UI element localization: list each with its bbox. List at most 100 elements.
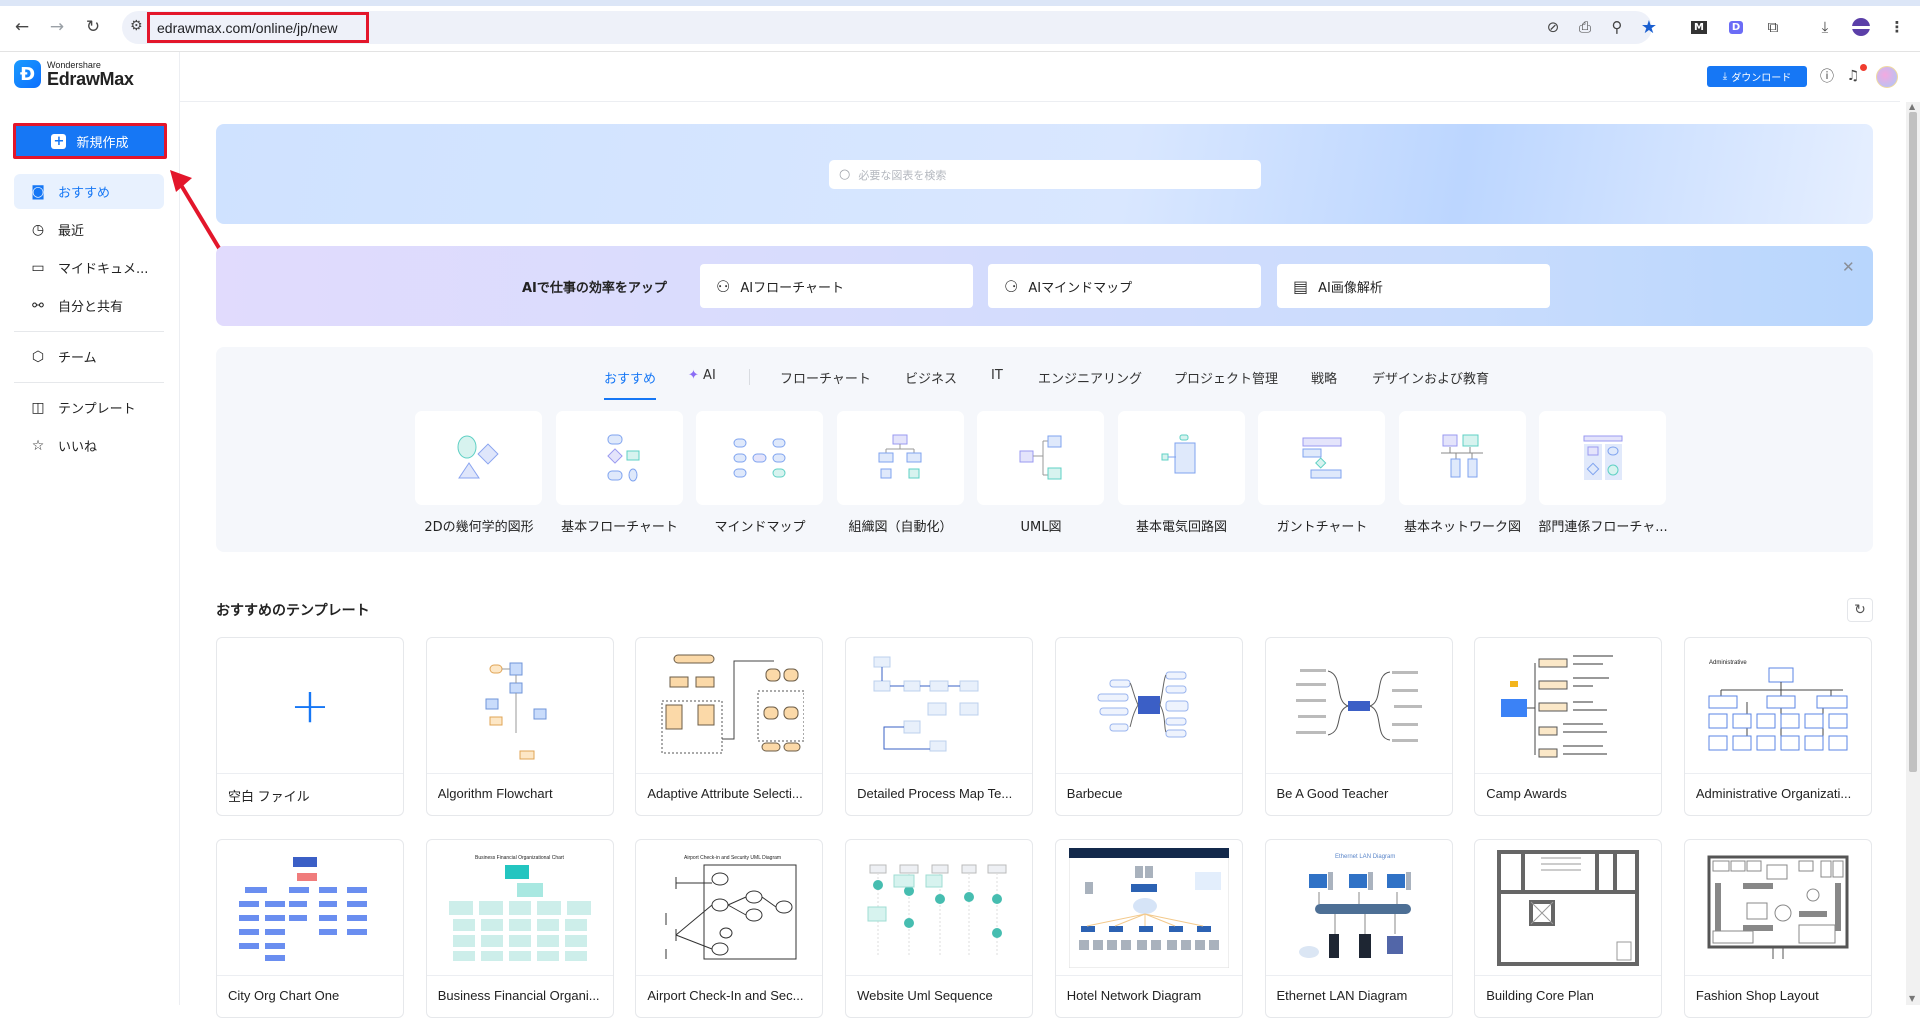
help-icon[interactable]: ⓘ [1817, 66, 1837, 86]
template-thumbnail[interactable] [1055, 638, 1242, 774]
tab-ai[interactable]: ✦ AI [688, 368, 716, 394]
profile-icon[interactable] [1851, 17, 1871, 37]
template-card-algorithm-flowchart[interactable]: Algorithm Flowchart [425, 637, 614, 816]
template-thumbnail[interactable]: Administrative [1684, 638, 1871, 774]
back-icon[interactable]: ← [11, 16, 33, 38]
template-icon: ◫ [31, 399, 45, 416]
cat-2d-geometry-tile[interactable] [415, 411, 542, 505]
cat-uml-tile[interactable] [977, 411, 1104, 505]
template-thumbnail[interactable] [426, 638, 613, 774]
template-card-hotel-network-diagram[interactable]: Hotel Network Diagram [1054, 839, 1243, 1018]
category-label[interactable]: マインドマップ [690, 516, 830, 535]
refresh-icon[interactable]: ↻ [1847, 598, 1873, 622]
cat-mind-map-tile[interactable] [696, 411, 823, 505]
scrollbar-thumb[interactable] [1909, 112, 1917, 772]
cat-basic-network-tile[interactable] [1398, 411, 1526, 505]
category-label[interactable]: 組織図（自動化） [831, 516, 971, 535]
extension-m-icon[interactable]: M [1689, 17, 1709, 37]
template-thumbnail[interactable] [636, 638, 823, 774]
page-scrollbar[interactable]: ▲ ▼ [1906, 102, 1920, 1005]
template-thumbnail[interactable] [1684, 840, 1871, 976]
tab-recommended[interactable]: おすすめ [604, 368, 657, 400]
menu-kebab-icon[interactable]: ⋮ [1887, 17, 1907, 37]
template-card-website-uml-sequence[interactable]: Website Uml Sequence [845, 839, 1034, 1018]
category-label[interactable]: 基本フローチャート [550, 516, 690, 535]
sidebar-item-shared[interactable]: ⚯ 自分と共有 [14, 288, 164, 323]
sidebar-item-recent[interactable]: ◷ 最近 [14, 212, 164, 247]
url-text[interactable]: edrawmax.com/online/jp/new [147, 12, 369, 43]
new-document-button[interactable]: + 新規作成 [13, 123, 167, 159]
cat-gantt-chart-tile[interactable] [1258, 411, 1385, 505]
close-icon[interactable]: ✕ [1842, 258, 1855, 276]
download-icon[interactable]: ⤓ [1815, 17, 1835, 37]
camera-off-icon[interactable]: ⊘ [1543, 17, 1563, 37]
bookmark-star-icon[interactable]: ★ [1639, 17, 1659, 38]
tab-strategy[interactable]: 戦略 [1311, 368, 1337, 394]
template-card-adaptive-attribute-selection[interactable]: Adaptive Attribute Selecti... [635, 637, 824, 816]
cat-electrical-circuit-tile[interactable] [1117, 411, 1245, 505]
cat-basic-flowchart-tile[interactable] [555, 411, 683, 505]
template-card-be-a-good-teacher[interactable]: Be A Good Teacher [1264, 637, 1453, 816]
ai-mindmap-button[interactable]: ⚆ AIマインドマップ [988, 264, 1261, 308]
category-label[interactable]: 基本ネットワーク図 [1393, 516, 1533, 535]
template-thumbnail[interactable] [217, 840, 403, 976]
sidebar-item-recommended[interactable]: ◙ おすすめ [14, 174, 164, 209]
template-card-city-org-chart-one[interactable]: City Org Chart One [216, 839, 404, 1018]
template-thumbnail[interactable] [1265, 638, 1452, 774]
sidebar-item-templates[interactable]: ◫ テンプレート [14, 390, 164, 425]
template-card-detailed-process-map[interactable]: Detailed Process Map Te... [845, 637, 1034, 816]
edrawmax-logo[interactable]: Đ Wondershare EdrawMax [14, 60, 134, 88]
cat-cross-functional-flowchart-tile[interactable] [1539, 411, 1666, 505]
notification-badge [1860, 64, 1867, 71]
template-card-airport-check-in[interactable]: Airport Check-in and Security UML Diagra… [635, 839, 824, 1018]
category-label[interactable]: 2Dの幾何学的図形 [409, 516, 549, 535]
reload-icon[interactable]: ↻ [82, 16, 104, 38]
sidebar-item-my-documents[interactable]: ▭ マイドキュメ... [14, 250, 164, 285]
template-card-blank-file[interactable]: + 空白 ファイル [216, 637, 404, 816]
template-card-fashion-shop-layout[interactable]: Fashion Shop Layout [1683, 839, 1872, 1018]
template-card-barbecue[interactable]: Barbecue [1054, 637, 1243, 816]
user-avatar[interactable] [1876, 66, 1898, 88]
ai-image-analysis-button[interactable]: ▤ AI画像解析 [1277, 264, 1550, 308]
template-card-building-core-plan[interactable]: Building Core Plan [1474, 839, 1663, 1018]
category-label[interactable]: UML図 [971, 516, 1111, 535]
template-card-camp-awards[interactable]: Camp Awards [1474, 637, 1663, 816]
tab-engineering[interactable]: エンジニアリング [1038, 368, 1142, 394]
install-app-icon[interactable]: ⎙ [1575, 17, 1595, 37]
team-icon: ⬡ [31, 348, 45, 365]
tab-business[interactable]: ビジネス [905, 368, 957, 394]
category-label[interactable]: 部門連係フローチャ... [1533, 516, 1673, 535]
category-label[interactable]: 基本電気回路図 [1112, 516, 1252, 535]
category-label[interactable]: ガントチャート [1252, 516, 1392, 535]
forward-icon[interactable]: → [46, 16, 68, 38]
template-thumbnail[interactable] [846, 638, 1033, 774]
template-card-ethernet-lan-diagram[interactable]: Ethernet LAN Diagram Ethernet LAN Diagram [1264, 839, 1453, 1018]
template-thumbnail[interactable]: Ethernet LAN Diagram [1265, 840, 1452, 976]
sidebar-item-favorites[interactable]: ☆ いいね [14, 428, 164, 463]
template-thumbnail[interactable]: Airport Check-in and Security UML Diagra… [636, 840, 823, 976]
extension-d-icon[interactable]: D [1726, 17, 1746, 37]
template-thumbnail[interactable] [1475, 638, 1662, 774]
template-thumbnail[interactable]: + [217, 638, 403, 774]
zoom-out-icon[interactable]: ⚲ [1607, 17, 1627, 37]
template-thumbnail[interactable] [846, 840, 1033, 976]
tab-it[interactable]: IT [991, 368, 1003, 394]
download-app-button[interactable]: ⤓ ダウンロード [1707, 66, 1807, 87]
cat-mind-map-icon [696, 411, 823, 505]
tab-design-education[interactable]: デザインおよび教育 [1372, 368, 1489, 394]
extensions-puzzle-icon[interactable]: ⧉ [1763, 17, 1783, 37]
template-thumbnail[interactable] [1055, 840, 1242, 976]
ai-flowchart-button[interactable]: ⚇ AIフローチャート [700, 264, 973, 308]
search-input[interactable]: ○ 必要な図表を検索 [829, 160, 1261, 189]
scroll-down-arrow[interactable]: ▼ [1909, 994, 1915, 1003]
template-thumbnail[interactable]: Business Financial Organizational Chart [426, 840, 613, 976]
tab-project-management[interactable]: プロジェクト管理 [1174, 368, 1278, 394]
template-card-administrative-organization[interactable]: Administrative Administrative Organizati.… [1683, 637, 1872, 816]
scroll-up-arrow[interactable]: ▲ [1909, 102, 1915, 111]
template-card-business-financial-organization[interactable]: Business Financial Organizational Chart B… [425, 839, 614, 1018]
template-thumbnail[interactable] [1475, 840, 1662, 976]
sidebar-item-team[interactable]: ⬡ チーム [14, 339, 164, 374]
tab-flowchart[interactable]: フローチャート [780, 368, 871, 394]
site-settings-icon[interactable]: ⚙ [130, 18, 143, 34]
cat-org-chart-tile[interactable] [836, 411, 964, 505]
